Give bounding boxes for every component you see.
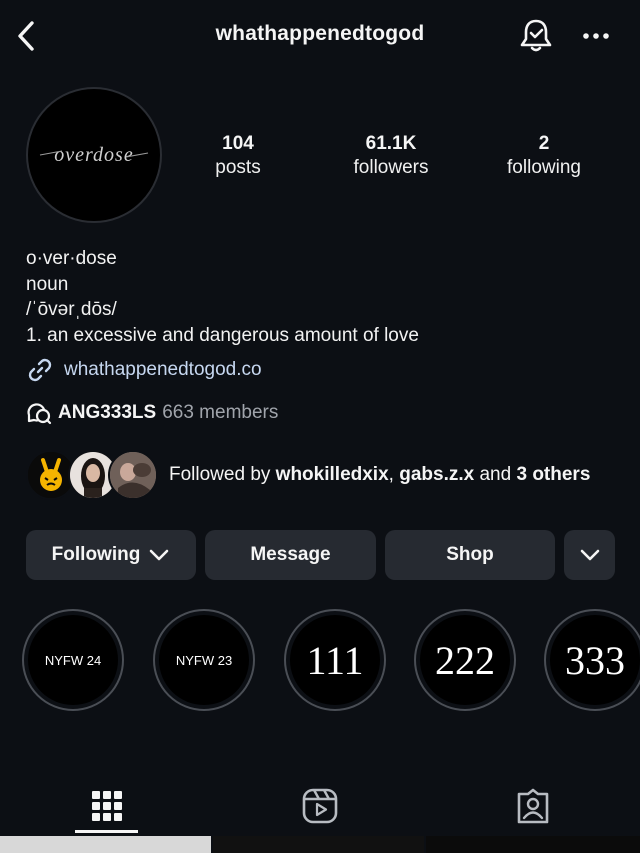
following-button[interactable]: Following — [26, 530, 196, 580]
followers-label: followers — [353, 157, 429, 178]
link-text: whathappenedtogod.co — [64, 359, 262, 380]
chevron-down-icon — [580, 549, 599, 561]
followed-by-row[interactable]: Followed by whokilledxix, gabs.z.x and 3… — [26, 450, 626, 502]
posts-label: posts — [215, 157, 261, 178]
followed-by-separator: , — [388, 464, 394, 485]
follower-avatar — [108, 450, 158, 500]
message-button[interactable]: Message — [205, 530, 376, 580]
highlight-cover: NYFW 23 — [159, 615, 249, 705]
followers-count[interactable]: 61.1K followers — [331, 132, 451, 180]
avatar-logo: overdose — [39, 144, 149, 166]
broadcast-channel[interactable]: ANG333LS 663 members — [26, 400, 278, 426]
profile-link[interactable]: whathappenedtogod.co — [26, 356, 262, 384]
top-bar: whathappenedtogod — [0, 0, 640, 72]
tagged-person-icon — [517, 788, 548, 824]
tab-posts-grid[interactable] — [0, 778, 213, 834]
story-highlight[interactable]: NYFW 24 — [22, 609, 124, 711]
message-button-label: Message — [250, 544, 331, 565]
posts-count[interactable]: 104 posts — [178, 132, 298, 180]
notification-bell-icon — [520, 19, 552, 52]
highlight-cover: NYFW 24 — [28, 615, 118, 705]
channel-name: ANG333LS — [58, 402, 157, 423]
followed-by-text: Followed by whokilledxix, gabs.z.x and 3… — [169, 464, 590, 486]
link-icon — [28, 358, 52, 382]
highlight-cover: 333 — [550, 615, 640, 705]
suggested-accounts-button[interactable] — [564, 530, 615, 580]
post-thumbnail[interactable] — [0, 836, 211, 853]
bio-line: /ˈōvərˌdōs/ — [26, 299, 117, 320]
highlight-cover: 222 — [420, 615, 510, 705]
more-options-button[interactable] — [576, 18, 616, 54]
shop-button[interactable]: Shop — [385, 530, 555, 580]
svg-text:overdose: overdose — [54, 144, 133, 166]
tab-tagged[interactable] — [426, 778, 639, 834]
profile-avatar[interactable]: overdose — [26, 87, 162, 223]
followed-by-conjunction: and — [479, 464, 512, 485]
following-value: 2 — [538, 133, 550, 154]
following-button-label: Following — [51, 544, 141, 565]
story-highlight[interactable]: 111 — [284, 609, 386, 711]
chevron-down-icon — [150, 549, 169, 561]
bio-line: 1. an excessive and dangerous amount of … — [26, 324, 419, 346]
tab-reels[interactable] — [213, 778, 426, 834]
following-count[interactable]: 2 following — [484, 132, 604, 180]
posts-value: 104 — [222, 133, 254, 154]
grid-icon — [91, 791, 122, 821]
shop-button-label: Shop — [446, 544, 494, 565]
story-highlight[interactable]: NYFW 23 — [153, 609, 255, 711]
channel-members: 663 members — [162, 402, 279, 423]
story-highlight[interactable]: 222 — [414, 609, 516, 711]
broadcast-channel-icon — [27, 403, 52, 425]
notifications-button[interactable] — [516, 16, 556, 56]
followed-by-others[interactable]: 3 others — [516, 464, 590, 485]
followed-by-prefix: Followed by — [169, 464, 271, 485]
bio-line: noun — [26, 273, 69, 295]
followers-value: 61.1K — [365, 133, 417, 154]
highlight-cover: 111 — [290, 615, 380, 705]
reels-icon — [302, 788, 337, 824]
mutual-follower-name[interactable]: gabs.z.x — [399, 464, 474, 485]
active-tab-indicator — [75, 830, 138, 833]
post-thumbnail[interactable] — [213, 836, 424, 853]
profile-bio: o·ver·dose noun /ˈōvərˌdōs/ 1. an excess… — [26, 246, 419, 348]
mutual-follower-name[interactable]: whokilledxix — [276, 464, 389, 485]
more-horizontal-icon — [583, 33, 609, 39]
following-label: following — [507, 157, 581, 178]
bio-line: o·ver·dose — [26, 248, 117, 269]
story-highlight[interactable]: 333 — [544, 609, 640, 711]
post-thumbnail[interactable] — [426, 836, 640, 853]
